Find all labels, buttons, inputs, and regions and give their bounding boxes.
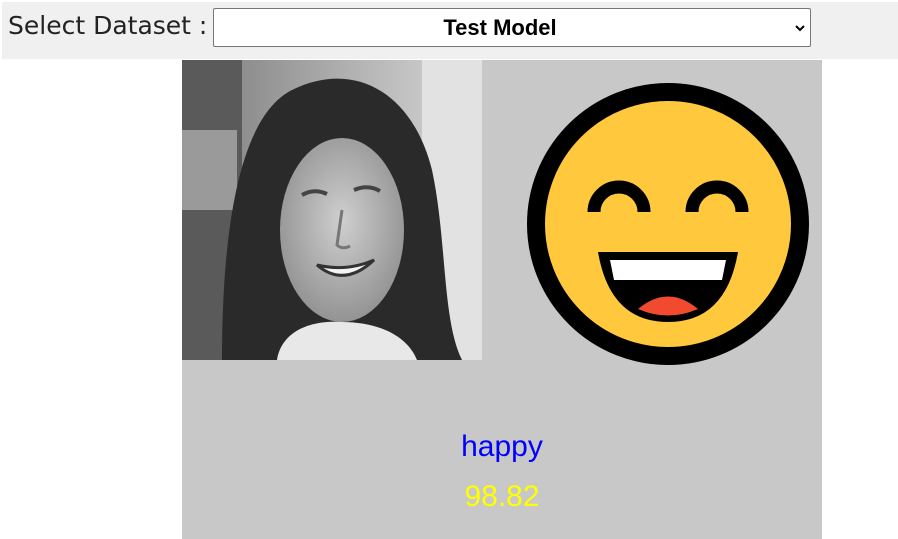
prediction-panel: happy 98.82 <box>182 60 822 539</box>
select-dataset-label: Select Dataset : <box>8 11 208 40</box>
confidence-score: 98.82 <box>464 480 540 513</box>
chevron-down-icon <box>795 25 805 32</box>
grinning-face-smiling-eyes-icon <box>527 83 809 365</box>
dataset-select[interactable]: Test Model <box>213 8 811 47</box>
dataset-select-value: Test Model <box>443 15 557 40</box>
emotion-label: happy <box>461 430 543 463</box>
face-photo <box>182 60 482 360</box>
dataset-toolbar: Select Dataset : Test Model <box>2 2 898 59</box>
